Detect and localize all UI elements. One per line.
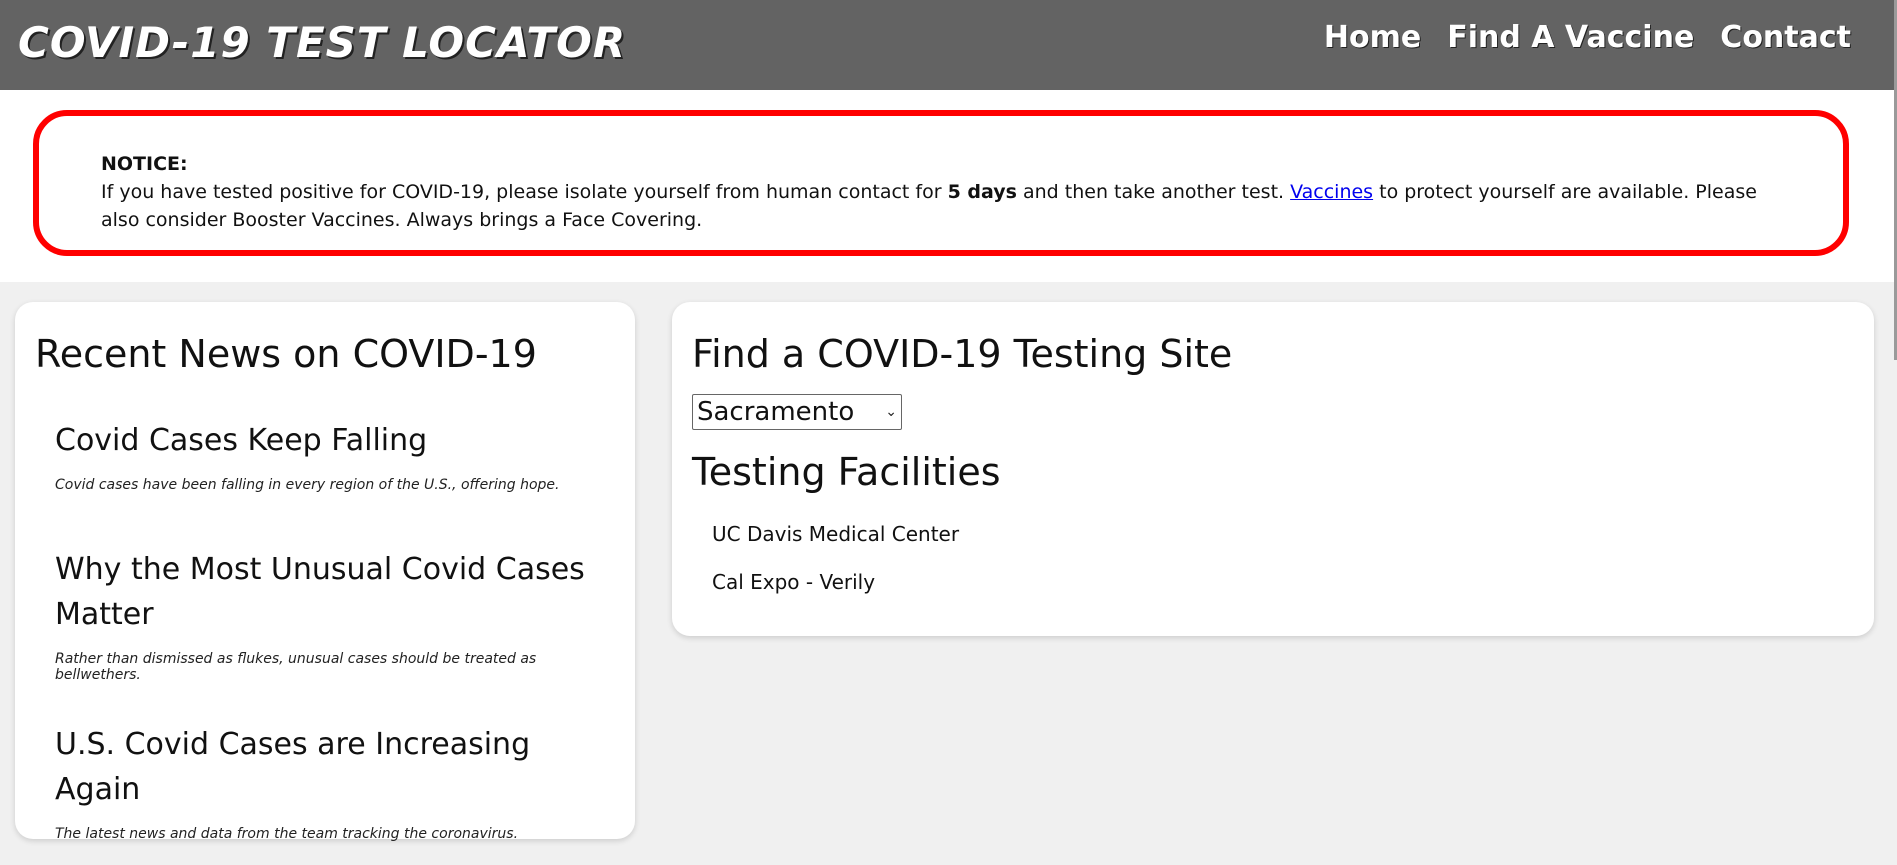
news-headline[interactable]: Covid Cases Keep Falling xyxy=(55,418,615,463)
notice-days: 5 days xyxy=(947,181,1017,203)
testing-sites-card: Find a COVID-19 Testing Site Sacramento … xyxy=(672,302,1874,636)
news-card: Recent News on COVID-19 Covid Cases Keep… xyxy=(15,302,635,842)
site-header: COVID-19 TEST LOCATOR Home Find A Vaccin… xyxy=(0,0,1897,90)
facilities-title: Testing Facilities xyxy=(692,450,1001,494)
notice-text-before: If you have tested positive for COVID-19… xyxy=(101,181,948,203)
nav-contact-link[interactable]: Contact xyxy=(1720,20,1851,55)
news-summary: Covid cases have been falling in every r… xyxy=(55,477,560,493)
testing-sites-title: Find a COVID-19 Testing Site xyxy=(692,332,1233,376)
news-item: U.S. Covid Cases are Increasing Again Th… xyxy=(55,722,615,842)
notice-section: NOTICE: If you have tested positive for … xyxy=(0,90,1894,282)
news-headline[interactable]: Why the Most Unusual Covid Cases Matter xyxy=(55,547,615,637)
news-item: Why the Most Unusual Covid Cases Matter … xyxy=(55,547,615,683)
news-title: Recent News on COVID-19 xyxy=(35,332,537,376)
vaccines-link[interactable]: Vaccines xyxy=(1290,181,1373,203)
news-item: Covid Cases Keep Falling Covid cases hav… xyxy=(55,418,615,493)
chevron-down-icon: ⌄ xyxy=(885,404,897,420)
notice-title: NOTICE: xyxy=(101,153,188,175)
main-nav: Home Find A Vaccine Contact xyxy=(1324,20,1851,55)
news-summary: The latest news and data from the team t… xyxy=(55,826,519,842)
city-select-value: Sacramento xyxy=(697,397,855,427)
nav-home-link[interactable]: Home xyxy=(1324,20,1421,55)
notice-text: NOTICE: If you have tested positive for … xyxy=(101,150,1801,234)
notice-text-middle: and then take another test. xyxy=(1016,181,1291,203)
city-select[interactable]: Sacramento ⌄ xyxy=(692,394,902,430)
nav-find-vaccine-link[interactable]: Find A Vaccine xyxy=(1447,20,1694,55)
news-headline[interactable]: U.S. Covid Cases are Increasing Again xyxy=(55,722,615,812)
facility-item: UC Davis Medical Center xyxy=(712,522,960,546)
news-summary: Rather than dismissed as flukes, unusual… xyxy=(55,651,537,683)
site-logo[interactable]: COVID-19 TEST LOCATOR xyxy=(18,18,626,67)
facility-item: Cal Expo - Verily xyxy=(712,570,876,594)
notice-box: NOTICE: If you have tested positive for … xyxy=(33,110,1849,256)
